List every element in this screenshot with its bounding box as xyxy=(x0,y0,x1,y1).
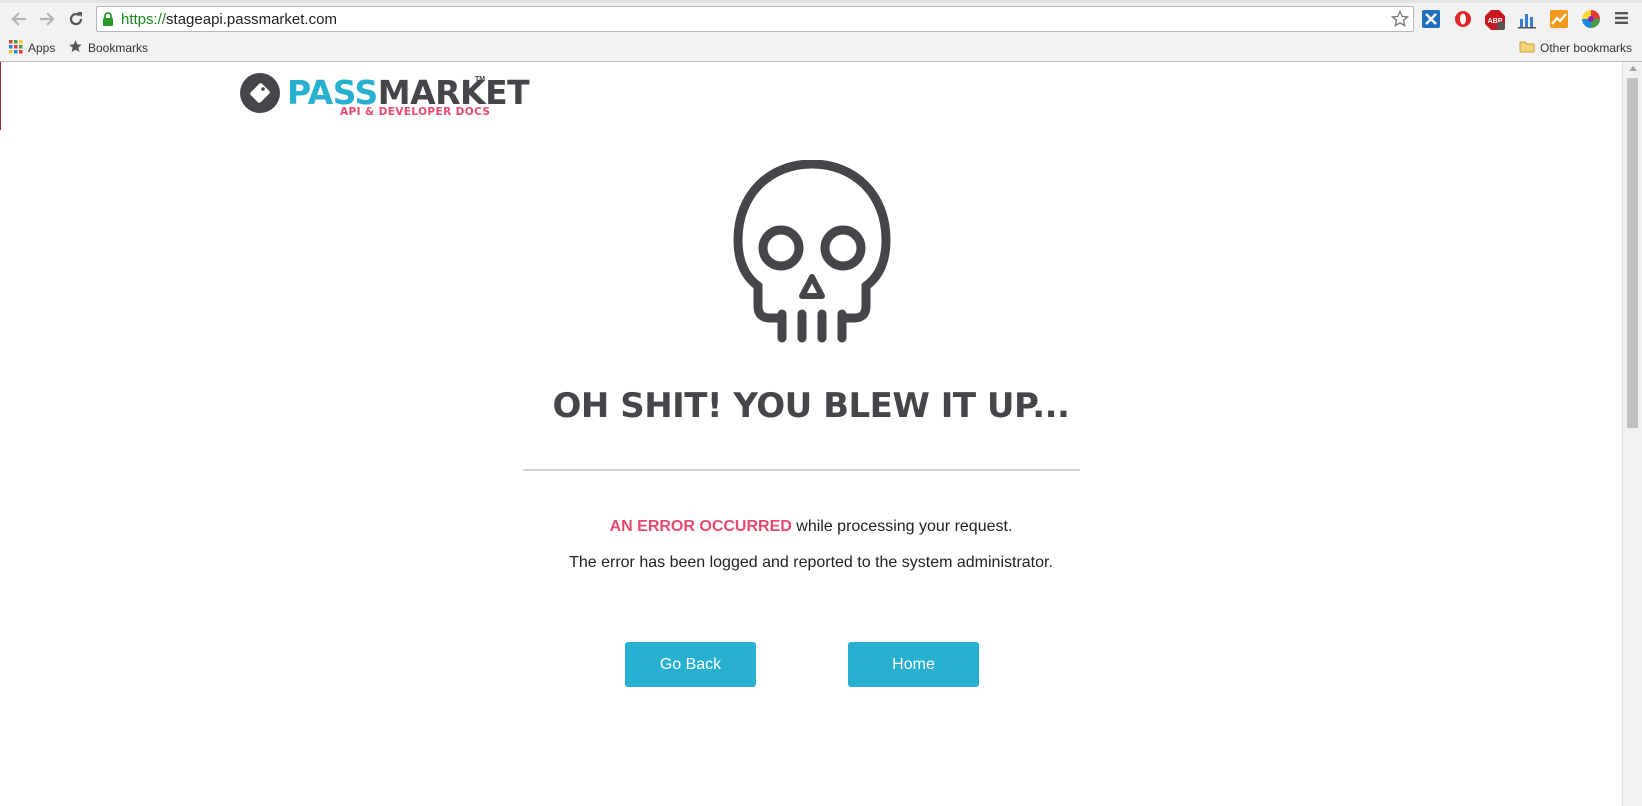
other-bookmarks-label: Other bookmarks xyxy=(1540,41,1633,55)
scroll-thumb[interactable] xyxy=(1627,78,1638,428)
error-message-rest: while processing your request. xyxy=(791,518,1013,535)
bookmarks-bar: Apps Bookmarks Other bookmarks xyxy=(0,36,1642,60)
error-detail: The error has been logged and reported t… xyxy=(569,554,1053,571)
browser-chrome: https://stageapi.passmarket.com ABP Apps xyxy=(0,0,1642,62)
opera-icon[interactable] xyxy=(1453,9,1473,29)
go-back-button[interactable]: Go Back xyxy=(625,642,756,687)
error-message: AN ERROR OCCURRED while processing your … xyxy=(0,518,1622,536)
error-headline: OH SHIT! YOU BLEW IT UP... xyxy=(552,386,1070,426)
scrollbar[interactable] xyxy=(1622,62,1642,806)
extension-blue-icon[interactable] xyxy=(1421,9,1441,29)
url-text: https://stageapi.passmarket.com xyxy=(121,11,337,28)
address-bar[interactable]: https://stageapi.passmarket.com xyxy=(96,6,1414,32)
other-bookmarks[interactable]: Other bookmarks xyxy=(1519,39,1632,57)
logo-subtitle: API & DEVELOPER DOCS xyxy=(340,106,491,118)
lock-icon xyxy=(102,12,114,32)
ticket-logo-icon xyxy=(240,73,280,113)
adblock-icon[interactable]: ABP xyxy=(1485,9,1505,30)
home-button[interactable]: Home xyxy=(848,642,979,687)
star-filled-icon xyxy=(68,39,83,57)
chart-icon[interactable] xyxy=(1517,9,1537,29)
window-edge xyxy=(0,62,1,130)
bookmark-star-icon[interactable] xyxy=(1390,9,1410,33)
logo-trademark: TM xyxy=(475,76,486,83)
tab-strip xyxy=(0,0,1642,3)
forward-icon[interactable] xyxy=(36,9,58,29)
color-wheel-icon[interactable] xyxy=(1581,9,1601,29)
passmarket-logo[interactable]: PASSMARKET TM API & DEVELOPER DOCS xyxy=(240,72,530,122)
trend-icon[interactable] xyxy=(1549,9,1569,29)
apps-shortcut[interactable]: Apps xyxy=(9,39,55,57)
folder-icon xyxy=(1519,40,1535,56)
scroll-up-arrow-icon[interactable] xyxy=(1629,66,1637,71)
skull-icon xyxy=(730,159,895,345)
bookmarks-shortcut[interactable]: Bookmarks xyxy=(68,39,148,57)
divider xyxy=(523,469,1080,471)
apps-label: Apps xyxy=(28,41,56,55)
menu-icon[interactable] xyxy=(1614,11,1630,30)
back-icon[interactable] xyxy=(8,9,30,29)
bookmarks-label: Bookmarks xyxy=(88,41,149,55)
reload-icon[interactable] xyxy=(65,9,87,29)
error-highlight: AN ERROR OCCURRED xyxy=(609,518,792,535)
apps-grid-icon xyxy=(9,39,23,57)
